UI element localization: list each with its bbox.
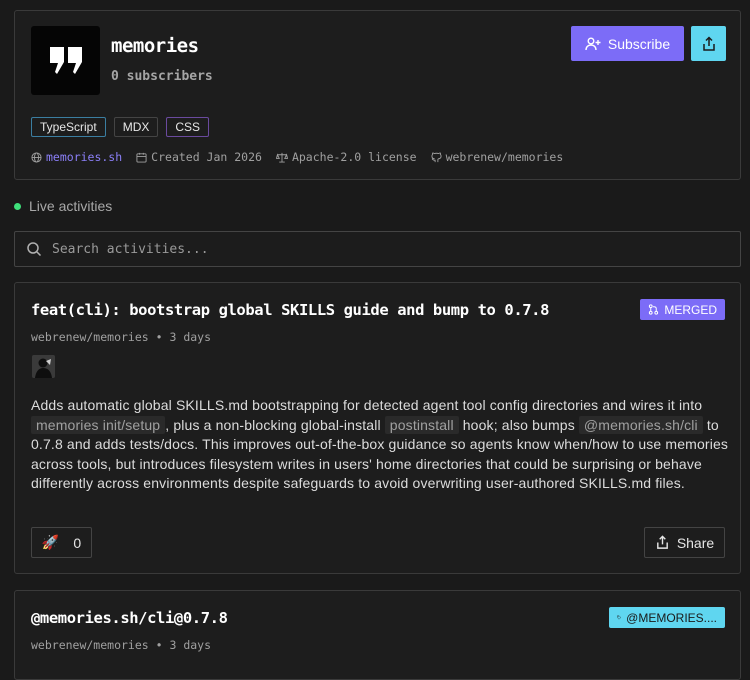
activity-card: feat(cli): bootstrap global SKILLS guide… (14, 282, 741, 574)
language-tags: TypeScript MDX CSS (31, 117, 210, 137)
share-label: Share (676, 534, 715, 551)
created-date: Created Jan 2026 (151, 150, 262, 164)
release-tag-badge: @MEMORIES.... (609, 607, 725, 628)
activity-card: @memories.sh/cli@0.7.8 @MEMORIES.... web… (14, 590, 741, 680)
tag-mdx[interactable]: MDX (113, 117, 159, 137)
globe-icon (31, 151, 42, 163)
search-input[interactable] (52, 241, 692, 257)
description-text: Adds automatic global SKILLS.md bootstra… (31, 397, 703, 413)
description-text: , plus a non-blocking global-install (165, 416, 385, 433)
tag-css[interactable]: CSS (166, 117, 210, 137)
live-status-dot (14, 202, 21, 210)
rocket-reaction-button[interactable]: 🚀 0 (31, 527, 92, 558)
share-icon (656, 535, 668, 549)
website-link[interactable]: memories.sh (46, 150, 122, 164)
merged-badge: MERGED (640, 299, 725, 320)
inline-code: @memories.sh/cli (578, 415, 703, 434)
created-meta: Created Jan 2026 (136, 150, 262, 164)
website-meta[interactable]: memories.sh (31, 150, 122, 164)
subscribe-button[interactable]: Subscribe (571, 26, 684, 61)
subscriber-count: 0 subscribers (111, 69, 213, 84)
license-meta: Apache-2.0 license (275, 150, 417, 164)
tag-typescript[interactable]: TypeScript (31, 117, 106, 137)
license-text: Apache-2.0 license (291, 150, 417, 164)
project-title: memories (111, 35, 199, 57)
repo-meta[interactable]: webrenew/memories (431, 150, 564, 164)
add-user-icon (585, 37, 601, 50)
project-logo (31, 26, 100, 95)
activity-title[interactable]: feat(cli): bootstrap global SKILLS guide… (31, 301, 549, 319)
project-meta: memories.sh Created Jan 2026 Apache-2.0 … (31, 150, 563, 164)
tag-icon (617, 615, 622, 620)
activity-description: Adds automatic global SKILLS.md bootstra… (31, 396, 731, 494)
pull-request-icon (649, 304, 659, 315)
live-activities-heading: Live activities (14, 198, 112, 214)
share-button[interactable]: Share (644, 527, 725, 558)
project-header-card: memories 0 subscribers Subscribe TypeScr… (14, 10, 741, 180)
badge-label: @MEMORIES.... (626, 610, 717, 625)
author-avatar-image (32, 355, 55, 378)
calendar-icon (136, 152, 147, 163)
inline-code: postinstall (384, 415, 459, 434)
share-project-button[interactable] (691, 26, 726, 61)
badge-label: MERGED (664, 302, 717, 317)
search-icon (27, 242, 42, 257)
subscribe-label: Subscribe (607, 35, 671, 52)
activity-search[interactable] (14, 231, 741, 267)
reaction-count: 0 (73, 534, 82, 551)
description-text: hook; also bumps (458, 416, 579, 433)
scale-icon (275, 152, 288, 163)
activity-meta: webrenew/memories • 3 days (31, 638, 212, 652)
rocket-icon: 🚀 (41, 534, 60, 550)
quote-logo-icon (49, 46, 82, 74)
github-icon (431, 151, 442, 162)
live-label: Live activities (29, 198, 113, 214)
share-icon (702, 35, 715, 51)
inline-code: memories init/setup (31, 415, 166, 434)
repo-name[interactable]: webrenew/memories (446, 150, 564, 164)
activity-title[interactable]: @memories.sh/cli@0.7.8 (31, 609, 228, 627)
activity-meta: webrenew/memories • 3 days (31, 330, 212, 344)
avatar[interactable] (32, 355, 55, 378)
